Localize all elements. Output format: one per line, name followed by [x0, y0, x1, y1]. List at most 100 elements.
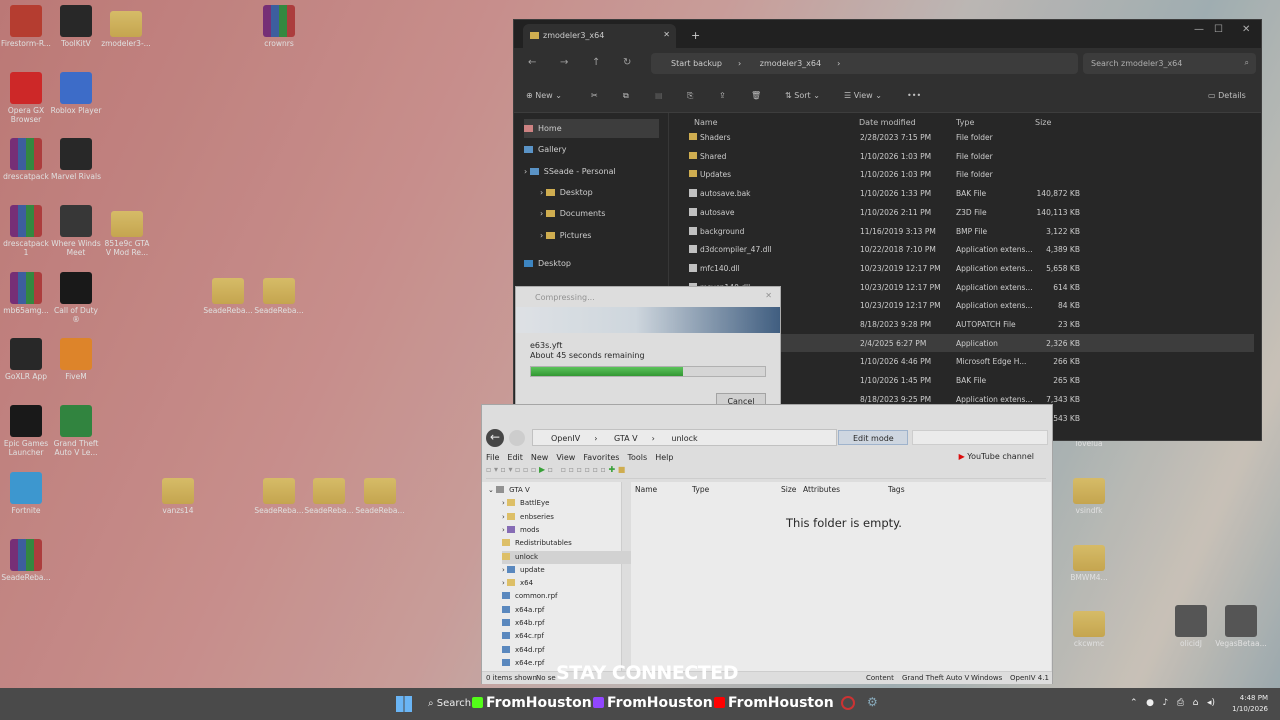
file-row[interactable]: Shared 1/10/2026 1:03 PM File folder	[684, 147, 1254, 165]
desktop-icon[interactable]: Fortnite	[0, 472, 52, 515]
desktop-icon[interactable]: crownrs	[253, 5, 305, 48]
taskbar-search[interactable]: ⌕ Search	[428, 698, 471, 709]
delete-icon[interactable]: 🗑	[751, 91, 761, 100]
opera-taskbar-icon[interactable]	[841, 696, 855, 710]
column-size[interactable]: Size	[1035, 118, 1051, 127]
desktop-icon[interactable]: SeadeReba...	[0, 539, 52, 582]
tree-node[interactable]: x64d.rpf	[502, 644, 545, 657]
file-row[interactable]: Shaders 2/28/2023 7:15 PM File folder	[684, 128, 1254, 146]
menu-item[interactable]: File	[486, 453, 499, 462]
column-date[interactable]: Date modified	[859, 118, 916, 127]
desktop-icon[interactable]: SeadeReba...	[202, 272, 254, 315]
tree-node[interactable]: common.rpf	[502, 590, 558, 603]
column-name[interactable]: Name	[635, 485, 657, 494]
file-row[interactable]: autosave.bak 1/10/2026 1:33 PM BAK File 140…	[684, 184, 1254, 202]
explorer-tab[interactable]: zmodeler3_x64 ✕	[523, 24, 676, 48]
back-icon[interactable]: ←	[528, 57, 536, 68]
tree-node[interactable]: › enbseries	[502, 511, 554, 524]
maximize-icon[interactable]: ☐	[1214, 24, 1223, 35]
menu-item[interactable]: New	[531, 453, 548, 462]
desktop-icon[interactable]: vanzs14	[152, 472, 204, 515]
up-icon[interactable]: ↑	[592, 57, 600, 68]
paste-icon[interactable]: ▤	[655, 91, 663, 100]
tree-node[interactable]: Redistributables	[502, 537, 572, 550]
nav-item[interactable]: Home	[524, 119, 659, 138]
close-window-icon[interactable]: ✕	[1242, 24, 1250, 35]
file-row[interactable]: background 11/16/2019 3:13 PM BMP File 3,12…	[684, 222, 1254, 240]
tree-node[interactable]: ⌄ GTA V	[488, 484, 530, 497]
breadcrumb-unlock[interactable]: unlock	[671, 434, 697, 443]
more-options-icon[interactable]: •••	[907, 91, 921, 100]
file-row[interactable]: mfc140.dll 10/23/2019 12:17 PM Application…	[684, 259, 1254, 277]
minimize-icon[interactable]: —	[1194, 24, 1204, 35]
nav-item[interactable]: Gallery	[524, 140, 567, 159]
breadcrumb[interactable]: Start backup › zmodeler3_x64 ›	[651, 53, 1078, 74]
desktop-icon[interactable]: mb65amg...	[0, 272, 52, 315]
tree-node[interactable]: › mods	[502, 524, 539, 537]
file-row[interactable]: d3dcompiler_47.dll 10/22/2018 7:10 PM Appl…	[684, 240, 1254, 258]
rename-icon[interactable]: ⎘	[687, 91, 693, 101]
tree-node[interactable]: x64a.rpf	[502, 604, 544, 617]
breadcrumb-gta-v[interactable]: GTA V	[614, 434, 638, 443]
desktop-icon[interactable]: ckcwmc	[1063, 605, 1115, 648]
desktop-icon[interactable]: 851e9c GTA V Mod Re...	[101, 205, 153, 257]
close-dialog-icon[interactable]: ✕	[765, 291, 772, 300]
desktop-icon[interactable]: Opera GX Browser	[0, 72, 52, 124]
tree-node[interactable]: x64e.rpf	[502, 657, 544, 670]
desktop-icon[interactable]: Where Winds Meet	[50, 205, 102, 257]
menu-item[interactable]: Help	[655, 453, 673, 462]
refresh-icon[interactable]: ↻	[623, 57, 631, 68]
desktop-icon[interactable]: BMWM4...	[1063, 539, 1115, 582]
search-input[interactable]: Search zmodeler3_x64 ⌕	[1083, 53, 1256, 74]
tree-node[interactable]: › x64	[502, 577, 533, 590]
sort-button[interactable]: ⇅ Sort ⌄	[785, 91, 820, 100]
close-tab-icon[interactable]: ✕	[663, 30, 670, 39]
back-arrow-icon[interactable]: ←	[486, 429, 504, 447]
new-tab-icon[interactable]: +	[691, 29, 700, 42]
desktop-icon[interactable]: SeadeReba...	[303, 472, 355, 515]
openiv-breadcrumb[interactable]: OpenIV › GTA V › unlock	[532, 429, 837, 446]
column-name[interactable]: Name	[694, 118, 718, 127]
desktop-icon[interactable]: SeadeReba...	[253, 472, 305, 515]
file-row[interactable]: autosave 1/10/2026 2:11 PM Z3D File 140,113…	[684, 203, 1254, 221]
desktop-icon[interactable]: vsindfk	[1063, 472, 1115, 515]
new-button[interactable]: ⊕ New ⌄	[526, 91, 562, 100]
menu-item[interactable]: Favorites	[583, 453, 619, 462]
nav-item[interactable]: › Documents	[540, 204, 605, 223]
desktop-icon[interactable]: VegasBetaa...	[1215, 605, 1267, 648]
openiv-search-input[interactable]	[912, 430, 1048, 445]
desktop-icon[interactable]: drescatpack	[0, 138, 52, 181]
view-button[interactable]: ☰ View ⌄	[844, 91, 882, 100]
start-icon[interactable]	[396, 696, 412, 712]
desktop-icon[interactable]: FiveM	[50, 338, 102, 381]
nav-item[interactable]: › Pictures	[540, 226, 591, 245]
breadcrumb-zmodeler[interactable]: zmodeler3_x64	[760, 59, 821, 68]
tray-icons[interactable]: ⌃ ● ♪ ⎙ ⌂ ◂)	[1130, 698, 1215, 708]
column-tags[interactable]: Tags	[888, 485, 905, 494]
desktop-icon[interactable]: Call of Duty ®	[50, 272, 102, 324]
desktop-icon[interactable]: zmodeler3-...	[100, 5, 152, 48]
tree-node[interactable]: › BattlEye	[502, 497, 549, 510]
tree-node[interactable]: unlock	[502, 550, 638, 564]
copy-icon[interactable]: ⧉	[623, 91, 629, 101]
tree-node[interactable]: › update	[502, 564, 545, 577]
menu-item[interactable]: Edit	[507, 453, 523, 462]
nav-item[interactable]: › SSeade - Personal	[524, 162, 616, 181]
desktop-icon[interactable]: ToolKitV	[50, 5, 102, 48]
desktop-icon[interactable]: olicidJ	[1165, 605, 1217, 648]
forward-arrow-icon[interactable]	[509, 430, 525, 446]
desktop-icon[interactable]: Marvel Rivals	[50, 138, 102, 181]
menu-item[interactable]: Tools	[627, 453, 647, 462]
nav-item[interactable]: Desktop	[524, 254, 571, 273]
breadcrumb-openiv[interactable]: OpenIV	[551, 434, 580, 443]
tree-node[interactable]: x64c.rpf	[502, 630, 544, 643]
column-attributes[interactable]: Attributes	[803, 485, 840, 494]
column-type[interactable]: Type	[692, 485, 709, 494]
share-icon[interactable]: ⇪	[719, 91, 726, 100]
nav-item[interactable]: › Desktop	[540, 183, 593, 202]
desktop-icon[interactable]: Epic Games Launcher	[0, 405, 52, 457]
desktop-icon[interactable]: SeadeReba...	[253, 272, 305, 315]
tree-node[interactable]: x64b.rpf	[502, 617, 545, 630]
desktop-icon[interactable]: SeadeReba...	[354, 472, 406, 515]
desktop-icon[interactable]: Firestorm-R...	[0, 5, 52, 48]
